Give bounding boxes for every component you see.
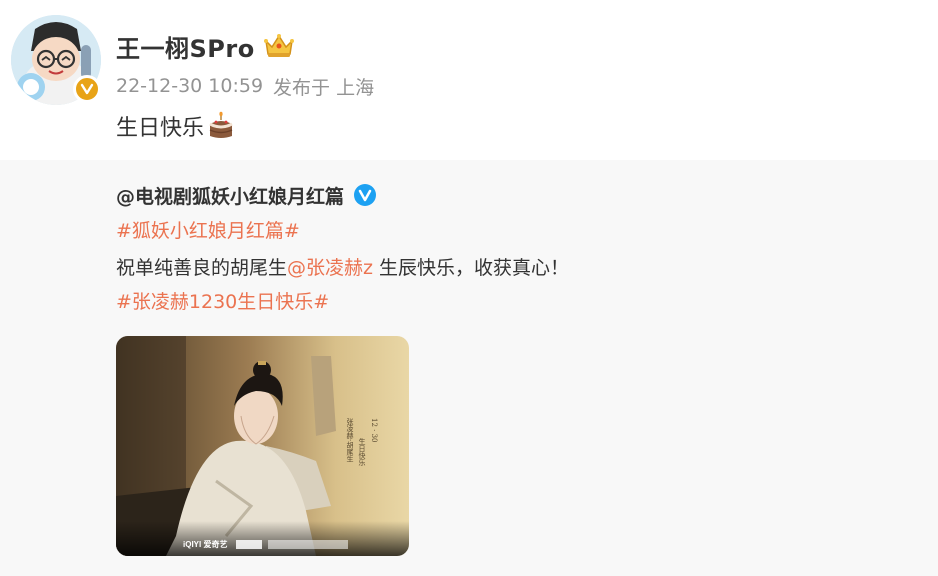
post-location: 发布于 上海	[273, 76, 375, 99]
avatar-wrap[interactable]	[11, 15, 101, 105]
repost-author-row: @电视剧狐妖小红娘月红篇	[116, 179, 377, 211]
poster-text-name: 张凌赫·胡尾生	[346, 417, 354, 462]
poster-footer-logo: iQIYI 爱奇艺	[183, 539, 227, 549]
post-header: 王一栩SPro 22-12-30 10:59 发布于 上海 生日快乐	[0, 0, 938, 160]
post-text-content: 生日快乐	[116, 116, 205, 141]
verified-badge-icon	[73, 75, 101, 103]
blue-v-verified-icon[interactable]	[353, 183, 377, 207]
username-row: 王一栩SPro	[116, 28, 296, 64]
mention-link[interactable]: @张凌赫z	[287, 253, 373, 280]
repost-card[interactable]: @电视剧狐妖小红娘月红篇 #狐妖小红娘月红篇# 祝单纯善良的胡尾生 @张凌赫z 生…	[0, 160, 938, 576]
repost-line-topic2: #张凌赫1230生日快乐#	[116, 285, 329, 315]
crown-badge-icon[interactable]	[262, 32, 296, 60]
repost-author-link[interactable]: @电视剧狐妖小红娘月红篇	[116, 182, 344, 209]
username-link[interactable]: 王一栩SPro	[116, 29, 255, 64]
greeting-prefix: 祝单纯善良的胡尾生	[116, 256, 288, 279]
post-text: 生日快乐	[116, 109, 236, 143]
birthday-cake-icon	[206, 111, 236, 141]
topic-link-series[interactable]: #狐妖小红娘月红篇#	[116, 216, 300, 243]
repost-line-topic: #狐妖小红娘月红篇#	[116, 214, 300, 244]
topic-link-birthday[interactable]: #张凌赫1230生日快乐#	[116, 287, 329, 314]
poster-text-date: 12 · 30	[370, 418, 378, 443]
greeting-suffix: 生辰快乐，收获真心！	[373, 256, 570, 279]
poster-image[interactable]: 12 · 30 生日快乐 张凌赫·胡尾生 iQIYI 爱奇艺	[116, 336, 409, 556]
repost-line-greeting: 祝单纯善良的胡尾生 @张凌赫z 生辰快乐，收获真心！	[116, 251, 569, 281]
poster-text-birthday: 生日快乐	[358, 437, 366, 466]
post-meta: 22-12-30 10:59 发布于 上海	[116, 72, 374, 100]
post-time-link[interactable]: 22-12-30 10:59	[116, 75, 263, 97]
